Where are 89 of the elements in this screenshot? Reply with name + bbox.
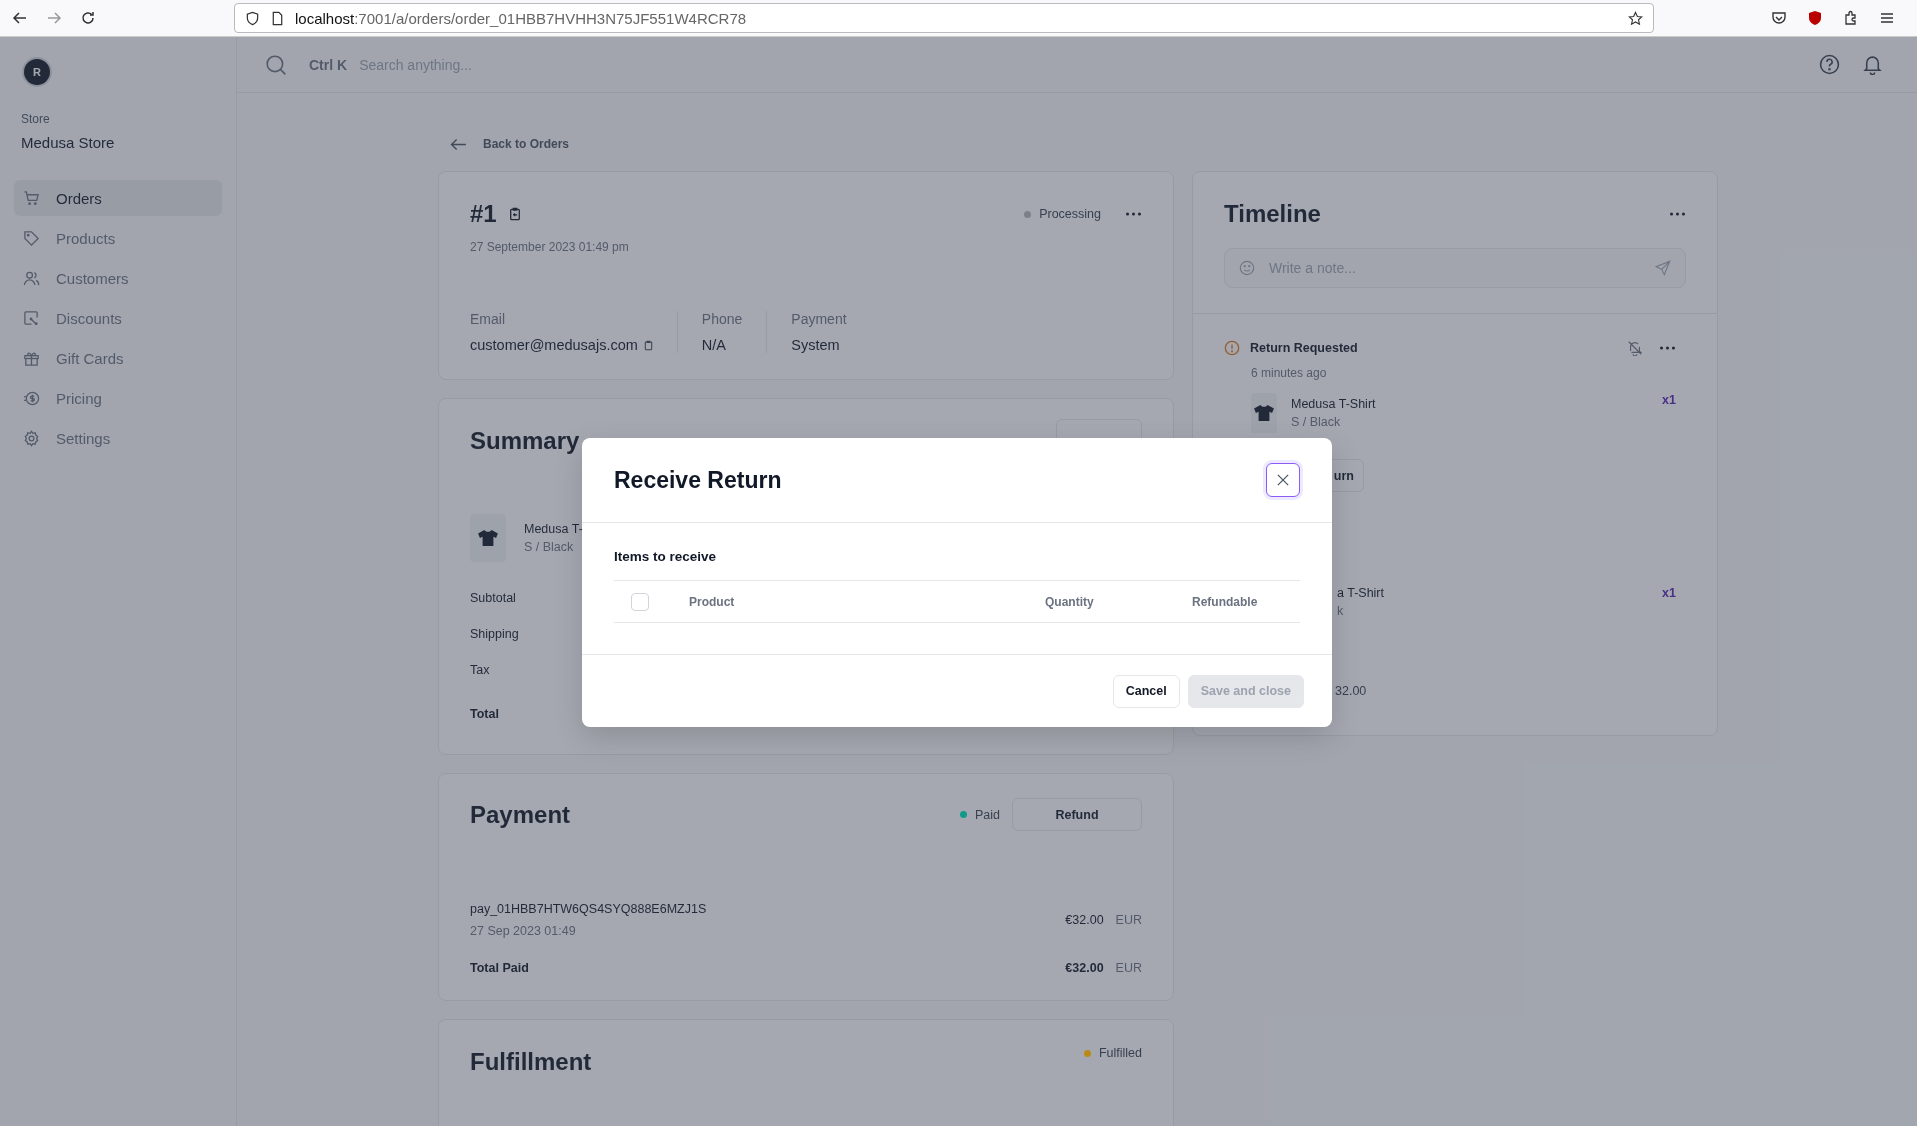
payment-date: 27 Sep 2023 01:49	[470, 924, 577, 938]
field-value: System	[791, 337, 840, 353]
column-header: Quantity	[1045, 594, 1094, 609]
column-header: Product	[689, 594, 735, 609]
payment-amount: €32.00	[1065, 913, 1104, 927]
settings-icon	[23, 429, 40, 447]
currency-code: EUR	[1115, 961, 1142, 975]
shortcut-hint: Ctrl K	[309, 56, 348, 73]
cart-icon	[23, 189, 40, 207]
clipboard-icon[interactable]	[643, 339, 653, 351]
summary-label: Subtotal	[470, 590, 516, 607]
refund-button[interactable]: Refund	[1012, 798, 1142, 831]
column-header: Refundable	[1192, 594, 1258, 609]
forward-icon[interactable]	[46, 10, 62, 26]
total-paid-label: Total Paid	[470, 961, 529, 975]
section-heading: Items to receive	[614, 549, 717, 564]
more-icon[interactable]	[1659, 345, 1676, 351]
more-icon[interactable]	[1125, 211, 1142, 217]
product-name: Medusa T-	[524, 522, 583, 536]
field-label: Phone	[701, 311, 743, 327]
discount-icon	[23, 309, 40, 327]
search-icon[interactable]	[265, 53, 287, 76]
close-icon	[1277, 474, 1289, 486]
alert-icon	[1224, 340, 1240, 356]
status-label: Paid	[974, 807, 1000, 822]
sidebar-item[interactable]: Orders	[14, 180, 222, 216]
status-label: Fulfilled	[1098, 1046, 1142, 1060]
sidebar-item[interactable]: Settings	[14, 420, 222, 456]
store-label: Store	[21, 112, 51, 126]
event-time: 6 minutes ago	[1251, 366, 1328, 380]
quantity-label: x1	[1662, 393, 1676, 407]
tshirt-icon	[477, 529, 499, 547]
coin-icon	[23, 389, 40, 407]
bell-icon[interactable]	[1862, 54, 1883, 75]
summary-label: Total	[470, 706, 499, 723]
tag-icon	[23, 229, 40, 247]
sidebar-item[interactable]: Gift Cards	[14, 340, 222, 376]
clipboard-icon[interactable]	[508, 207, 521, 221]
card-title: Summary	[470, 427, 580, 455]
summary-label: Tax	[470, 662, 490, 679]
puzzle-icon[interactable]	[1843, 10, 1859, 26]
cancel-button[interactable]: Cancel	[1112, 674, 1180, 708]
product-variant: k	[1337, 604, 1345, 618]
page-icon	[270, 10, 285, 26]
field-label: Payment	[791, 311, 847, 327]
field-value: N/A	[701, 337, 726, 353]
help-icon[interactable]	[1819, 54, 1840, 75]
card-title: Payment	[470, 800, 571, 829]
shield-icon[interactable]	[1807, 10, 1823, 26]
sidebar-item[interactable]: Customers	[14, 260, 222, 296]
quantity-label: x1	[1662, 586, 1676, 600]
store-name: Medusa Store	[21, 134, 116, 151]
back-icon[interactable]	[12, 10, 28, 26]
order-number: #1	[470, 200, 497, 228]
dialog-title: Receive Return	[614, 466, 782, 494]
sidebar-item[interactable]: Products	[14, 220, 222, 256]
refund-amount: 32.00	[1335, 684, 1367, 698]
star-icon[interactable]	[1628, 10, 1643, 26]
product-variant: S / Black	[524, 540, 575, 554]
close-button[interactable]	[1266, 463, 1300, 497]
menu-icon[interactable]	[1879, 10, 1895, 26]
back-link[interactable]: Back to Orders	[450, 135, 570, 153]
product-name: a T-Shirt	[1337, 586, 1384, 600]
shield-icon	[245, 10, 260, 26]
card-title: Timeline	[1224, 200, 1321, 228]
product-name: Medusa T-Shirt	[1291, 397, 1376, 411]
order-date: 27 September 2023 01:49 pm	[470, 240, 630, 254]
url-field[interactable]: localhost:7001/a/orders/order_01HBB7HVHH3N75JF551W4RCR78	[234, 3, 1654, 33]
arrow-left-icon	[450, 137, 467, 151]
currency-code: EUR	[1115, 913, 1142, 927]
reload-icon[interactable]	[80, 10, 96, 26]
field-value: customer@medusajs.com	[470, 337, 638, 353]
url-text: localhost:7001/a/orders/order_01HBB7HVHH3N75JF551W4RCR78	[295, 9, 748, 27]
status-label: Processing	[1039, 207, 1101, 221]
summary-label: Shipping	[470, 626, 519, 643]
total-paid-amount: €32.00	[1065, 961, 1104, 975]
pocket-icon[interactable]	[1771, 10, 1787, 26]
product-variant: S / Black	[1291, 415, 1342, 429]
event-title: Return Requested	[1250, 341, 1359, 355]
card-title: Fulfillment	[470, 1048, 592, 1076]
sidebar-item[interactable]: Discounts	[14, 300, 222, 336]
tshirt-icon	[1253, 404, 1275, 422]
sidebar-item[interactable]: Pricing	[14, 380, 222, 416]
field-label: Email	[470, 311, 506, 327]
users-icon	[23, 269, 40, 287]
payment-id: pay_01HBB7HTW6QS4SYQ888E6MZJ1S	[470, 902, 707, 916]
select-all-checkbox[interactable]	[631, 592, 649, 611]
avatar[interactable]: R	[24, 59, 50, 85]
more-icon[interactable]	[1669, 211, 1686, 217]
